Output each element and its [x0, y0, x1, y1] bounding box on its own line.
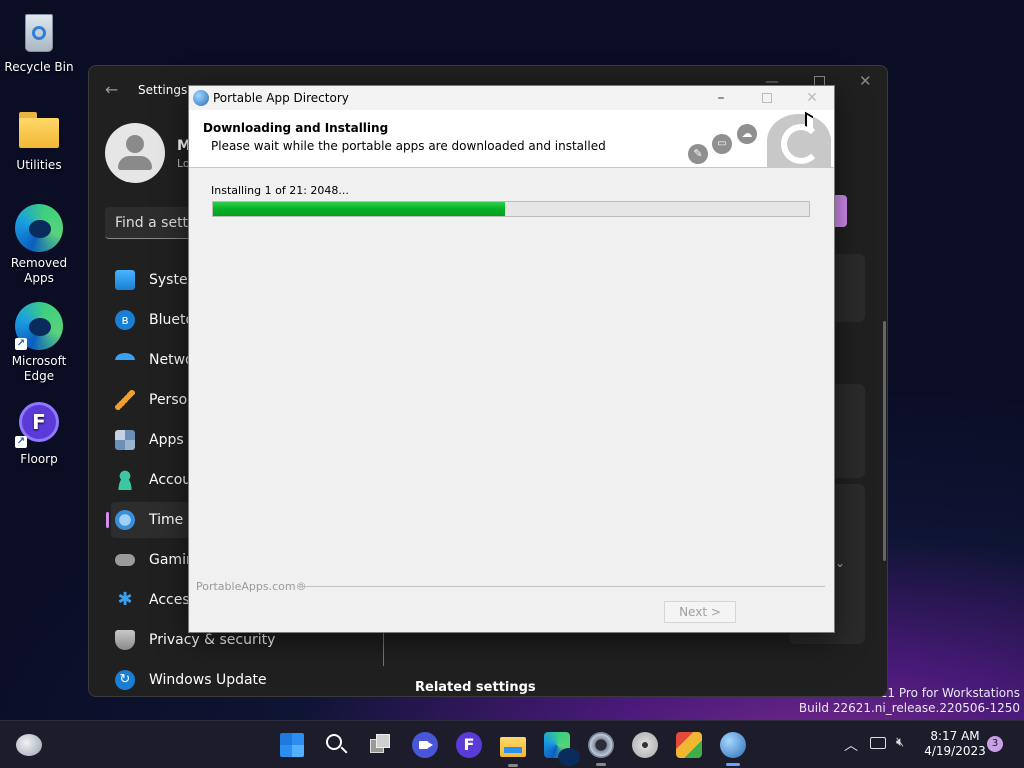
desktop-icon-microsoft-edge[interactable]: ↗ Microsoft Edge: [4, 302, 74, 384]
settings-icon[interactable]: [588, 732, 614, 766]
shortcut-arrow-icon: ↗: [15, 436, 27, 448]
clock-date: 4/19/2023: [924, 744, 986, 758]
recycle-bin-icon: [15, 8, 63, 56]
desktop-icon-utilities[interactable]: Utilities: [4, 106, 74, 173]
folder-icon: [15, 106, 63, 154]
taskbar: F ︿ 🔇︎ 8:17 AM 4/19/2023 3: [0, 720, 1024, 768]
desktop-icon-floorp[interactable]: F ↗ Floorp: [4, 400, 74, 467]
portable-app-directory-dialog[interactable]: Portable App Directory – ✕ Downloading a…: [188, 85, 835, 633]
edge-icon: ↗: [15, 302, 63, 350]
dialog-title: Portable App Directory: [213, 91, 349, 105]
minimize-icon[interactable]: –: [698, 86, 744, 110]
install-progress-bar: [212, 201, 810, 217]
dialog-header: Downloading and Installing Please wait w…: [189, 110, 834, 168]
bluetooth-icon: ʙ: [115, 310, 135, 330]
search-icon[interactable]: [324, 733, 350, 759]
wifi-icon: [115, 353, 135, 367]
desktop-icon-label: Recycle Bin: [4, 60, 74, 74]
progress-fill: [213, 202, 506, 216]
pencil-icon: ✎: [688, 144, 708, 164]
speaker-muted-icon[interactable]: 🔇︎: [896, 735, 904, 750]
portableapps-icon[interactable]: [720, 732, 746, 766]
floorp-icon: F ↗: [15, 400, 63, 448]
desktop-icon-label: Removed Apps: [10, 256, 68, 285]
network-icon[interactable]: [870, 737, 886, 749]
nav-item-label: Accou: [149, 472, 192, 488]
monitor-icon: [115, 270, 135, 290]
floorp-icon[interactable]: F: [456, 732, 482, 758]
notification-badge[interactable]: 3: [987, 736, 1003, 752]
cloud-icon: ☁: [737, 124, 757, 144]
clock[interactable]: 8:17 AM 4/19/2023: [922, 729, 988, 759]
account-icon: [115, 470, 135, 490]
selected-indicator: [106, 512, 109, 528]
portableapps-brand: PortableApps.com®: [196, 580, 307, 593]
nav-item-label: Windows Update: [149, 672, 267, 688]
disk-icon[interactable]: [632, 732, 658, 758]
portableapps-logo-icon: [767, 114, 831, 168]
brush-icon: [115, 390, 135, 410]
apps-icon: [115, 430, 135, 450]
zoom-icon[interactable]: [412, 732, 438, 758]
laptop-icon: ▭: [712, 134, 732, 154]
accessibility-icon: ✱: [117, 589, 133, 610]
globe-icon: [193, 90, 209, 106]
close-icon[interactable]: ✕: [789, 86, 835, 110]
clock-icon: [115, 510, 135, 530]
chevron-down-icon[interactable]: ⌄: [835, 556, 845, 570]
gamepad-icon: [115, 554, 135, 566]
nav-item-label: Privacy & security: [149, 632, 276, 648]
desktop-icon-removed-apps[interactable]: Removed Apps: [4, 204, 74, 286]
update-icon: ↻: [115, 670, 135, 690]
header-subtitle: Please wait while the portable apps are …: [211, 139, 606, 153]
dialog-titlebar[interactable]: Portable App Directory – ✕: [189, 86, 834, 110]
footer-divider: [297, 586, 825, 587]
shield-icon: [115, 630, 135, 650]
task-view-icon[interactable]: [368, 733, 394, 759]
nav-item-windows-update[interactable]: ↻ Windows Update: [111, 662, 381, 696]
edge-icon: [15, 204, 63, 252]
desktop-icon-recycle-bin[interactable]: Recycle Bin: [4, 8, 74, 75]
shortcut-arrow-icon: ↗: [15, 338, 27, 350]
clock-time: 8:17 AM: [930, 729, 980, 743]
desktop-icon-label: Utilities: [16, 158, 62, 172]
settings-title: Settings: [138, 83, 188, 97]
weather-icon[interactable]: [16, 734, 42, 756]
close-icon[interactable]: ✕: [859, 72, 872, 90]
next-button[interactable]: Next >: [664, 601, 736, 623]
file-explorer-icon[interactable]: [500, 733, 526, 767]
maximize-icon[interactable]: [744, 86, 790, 110]
chevron-up-icon[interactable]: ︿: [844, 735, 858, 755]
related-settings-heading: Related settings: [415, 680, 536, 695]
avatar[interactable]: [105, 123, 165, 183]
package-icon[interactable]: [676, 732, 702, 758]
install-status: Installing 1 of 21: 2048...: [211, 184, 349, 197]
desktop-icon-label: Microsoft Edge: [11, 354, 67, 383]
scrollbar[interactable]: [883, 321, 886, 561]
back-arrow-icon[interactable]: ←: [105, 80, 118, 99]
watermark-build: Build 22621.ni_release.220506-1250: [798, 701, 1020, 715]
nav-item-label: Netwo: [149, 352, 194, 368]
nav-item-label: Apps: [149, 432, 184, 448]
start-icon[interactable]: [280, 733, 304, 757]
header-title: Downloading and Installing: [203, 121, 389, 135]
desktop-icon-label: Floorp: [20, 452, 58, 466]
edge-icon[interactable]: [544, 732, 580, 766]
